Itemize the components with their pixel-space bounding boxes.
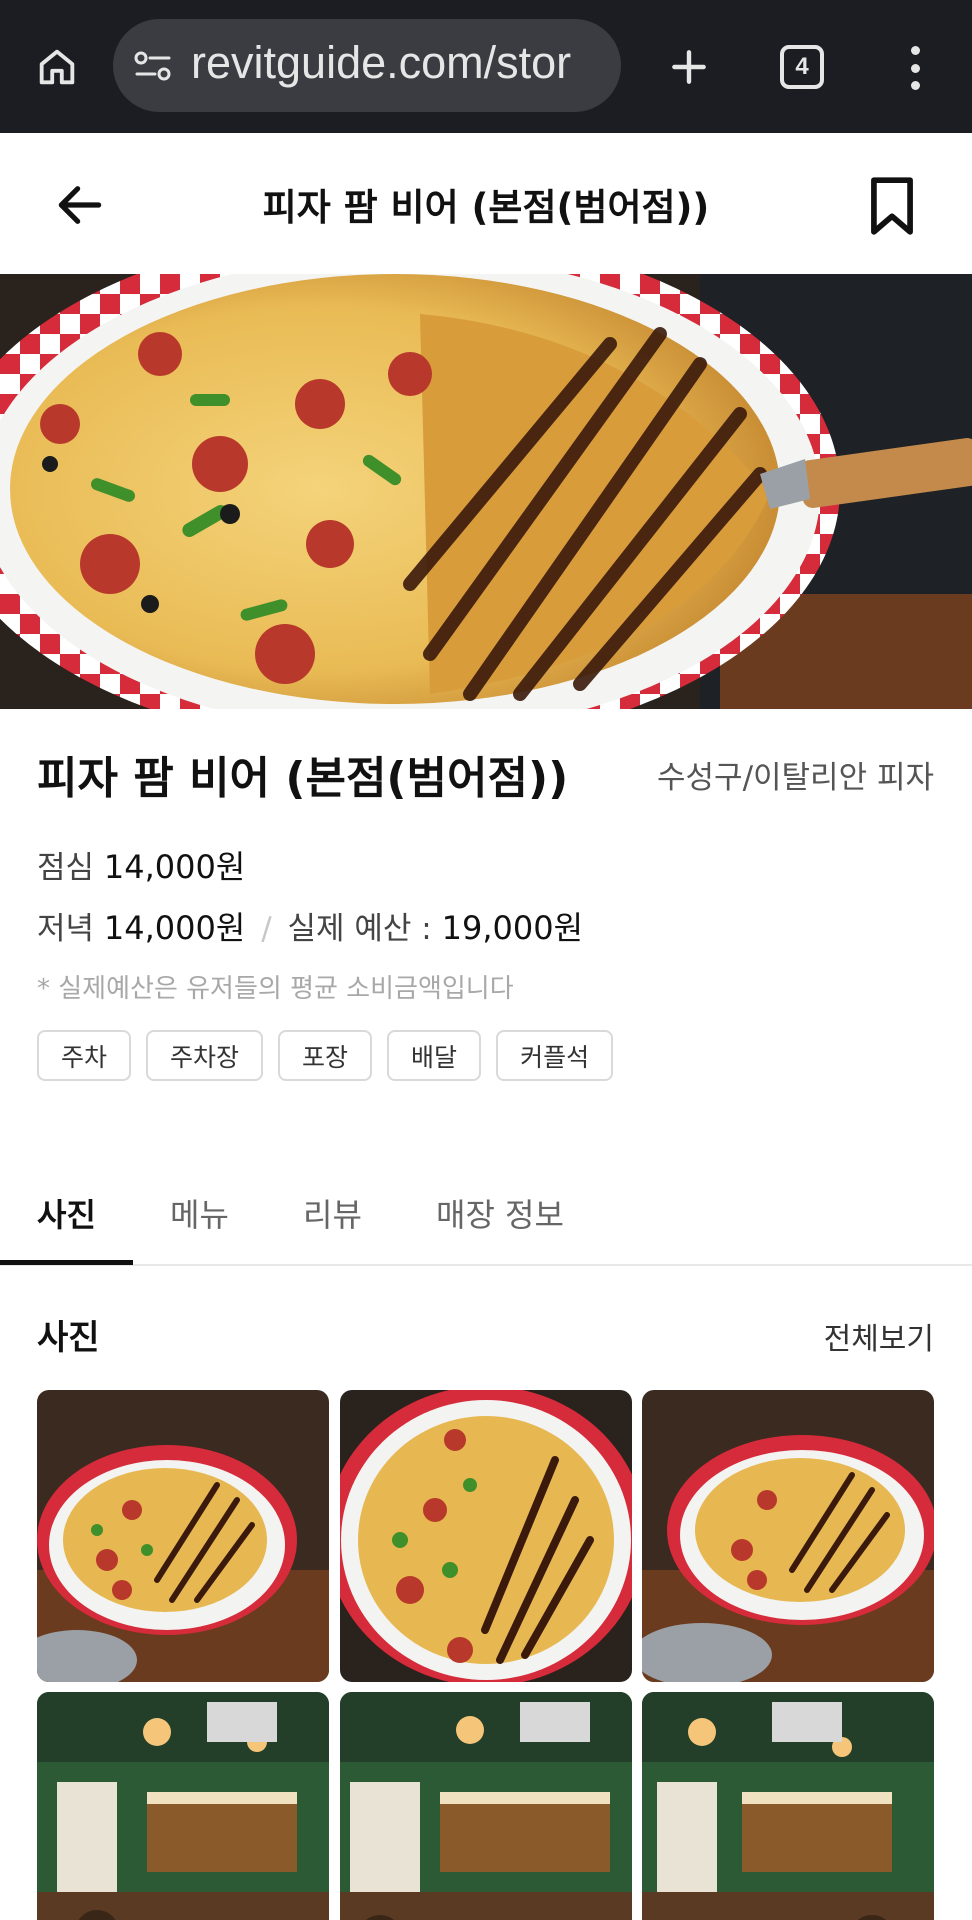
tag-couple-seat: 커플석 — [496, 1030, 614, 1081]
hero-photo[interactable] — [0, 274, 972, 709]
photo-thumbnail[interactable] — [37, 1390, 329, 1682]
address-bar[interactable]: revitguide.com/stor — [113, 19, 621, 112]
url-text[interactable]: revitguide.com/stor — [191, 37, 571, 89]
photo-thumbnail[interactable] — [340, 1390, 632, 1682]
tag-takeout: 포장 — [278, 1030, 373, 1081]
budget-note: * 실제예산은 유저들의 평균 소비금액입니다 — [37, 974, 514, 1004]
bookmark-icon[interactable] — [866, 175, 918, 237]
tab-menu[interactable]: 메뉴 — [170, 1190, 229, 1236]
dinner-price-row: 저녁 14,000원 / 실제 예산 : 19,000원 — [37, 903, 583, 949]
active-tab-indicator — [0, 1260, 133, 1265]
photo-thumbnail[interactable] — [642, 1390, 934, 1682]
budget-label: 실제 예산 : — [287, 911, 432, 947]
tab-reviews[interactable]: 리뷰 — [303, 1190, 362, 1236]
page-title: 피자 팜 비어 (본점(범어점)) — [262, 186, 710, 229]
store-category: 수성구/이탈리안 피자 — [657, 760, 934, 796]
view-all-link[interactable]: 전체보기 — [824, 1314, 934, 1358]
dinner-price: 14,000원 — [103, 909, 246, 947]
app-header: 피자 팜 비어 (본점(범어점)) — [0, 133, 972, 274]
dinner-label: 저녁 — [37, 911, 95, 947]
feature-tags: 주차 주차장 포장 배달 커플석 — [37, 1030, 614, 1081]
budget-price: 19,000원 — [441, 909, 584, 947]
browser-toolbar: revitguide.com/stor 4 — [0, 0, 972, 133]
photo-thumbnail[interactable] — [37, 1692, 329, 1920]
photo-thumbnail[interactable] — [340, 1692, 632, 1920]
store-name: 피자 팜 비어 (본점(범어점)) — [37, 753, 569, 804]
tab-switcher-icon[interactable]: 4 — [780, 45, 824, 89]
price-separator: / — [261, 911, 272, 947]
lunch-price-row: 점심 14,000원 — [37, 842, 245, 888]
photo-thumbnail[interactable] — [642, 1692, 934, 1920]
photos-section-title: 사진 — [37, 1318, 100, 1358]
tab-bar: 사진 메뉴 리뷰 매장 정보 — [0, 1168, 972, 1266]
more-vert-icon[interactable] — [890, 40, 940, 96]
tag-parking-lot: 주차장 — [146, 1030, 264, 1081]
lunch-price: 14,000원 — [103, 848, 246, 886]
tab-store-info[interactable]: 매장 정보 — [436, 1190, 564, 1236]
tab-photos[interactable]: 사진 — [37, 1190, 96, 1236]
lunch-label: 점심 — [37, 850, 95, 886]
tag-delivery: 배달 — [387, 1030, 482, 1081]
site-settings-icon[interactable] — [133, 49, 173, 83]
tag-parking: 주차 — [37, 1030, 132, 1081]
plus-icon[interactable] — [660, 38, 718, 96]
home-icon[interactable] — [28, 38, 86, 96]
